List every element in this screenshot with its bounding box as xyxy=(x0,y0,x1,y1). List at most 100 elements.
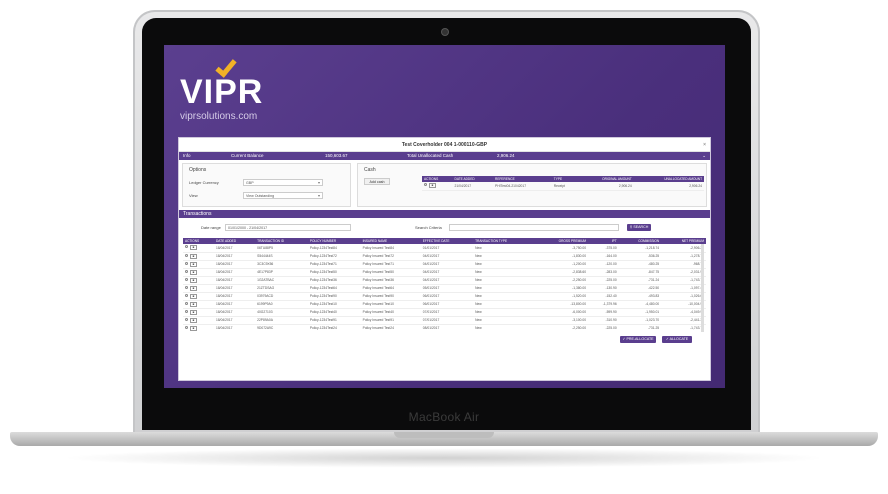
table-cell: 18/04/2017 xyxy=(213,260,256,269)
panel-footer: ✓ PRE-ALLOCATE ✓ ALLOCATE xyxy=(179,332,710,348)
table-row[interactable]: ■ 18/04/2017 1G2ATBAC Policy-1234Test36 Poli… xyxy=(183,276,706,285)
date-range-input[interactable]: 01/01/2000 - 21/04/2017 xyxy=(225,224,351,231)
table-row[interactable]: ■ 18/04/2017 21ZTDSAG Policy-1234Test64 Poli… xyxy=(183,284,706,293)
table-cell: -2,250.00 xyxy=(534,276,589,285)
table-cell: -130.90 xyxy=(588,284,619,293)
table-cell: 9D072A9C xyxy=(255,324,308,332)
add-cash-button[interactable]: Add cash xyxy=(364,178,391,185)
view-button[interactable]: ■ xyxy=(190,317,197,323)
table-cell: -1,379.96 xyxy=(588,300,619,309)
radio-icon[interactable] xyxy=(185,261,188,265)
transactions-filters: Date range 01/01/2000 - 21/04/2017 Searc… xyxy=(179,218,710,238)
close-icon[interactable]: × xyxy=(703,138,706,152)
table-cell: 18/04/2017 xyxy=(213,324,256,332)
info-bar[interactable]: Info Current Balance 150,603.67 Total Un… xyxy=(179,152,710,160)
view-select[interactable]: View Outstanding ▾ xyxy=(243,192,323,199)
allocate-button[interactable]: ✓ ALLOCATE xyxy=(662,336,692,343)
search-criteria-label: Search Criteria xyxy=(415,225,442,230)
view-button[interactable]: ■ xyxy=(190,245,197,251)
search-button[interactable]: ⚲ SEARCH xyxy=(627,224,651,231)
table-row[interactable]: ■ 18/04/2017 40G27103 Policy-1234Test40 Poli… xyxy=(183,308,706,317)
ledger-currency-select[interactable]: GBP ▾ xyxy=(243,179,323,186)
table-cell: 18/04/2017 xyxy=(213,268,256,277)
row-actions: ■ xyxy=(183,316,214,325)
table-row[interactable]: ■ 18/04/2017 22P89A0A Policy-1234Test91 Poli… xyxy=(183,316,706,325)
scrollbar[interactable] xyxy=(701,244,704,332)
table-cell: 18/04/2017 xyxy=(213,276,256,285)
options-box: Options Ledger Currency GBP ▾ View View … xyxy=(182,163,352,207)
view-button[interactable]: ■ xyxy=(190,261,197,267)
table-cell: Policy Insured Test91 xyxy=(360,316,421,325)
pre-allocate-button[interactable]: ✓ PRE-ALLOCATE xyxy=(620,336,656,343)
view-button[interactable]: ■ xyxy=(429,183,437,189)
cash-cell: 21/04/2017 xyxy=(452,182,494,191)
radio-icon[interactable] xyxy=(185,245,188,249)
view-button[interactable]: ■ xyxy=(190,277,197,283)
search-button-label: SEARCH xyxy=(633,225,649,229)
table-cell: -3,750.00 xyxy=(534,244,589,253)
view-button[interactable]: ■ xyxy=(190,325,197,331)
view-button[interactable]: ■ xyxy=(190,309,197,315)
view-button[interactable]: ■ xyxy=(190,253,197,259)
table-row[interactable]: ■ 18/04/2017 6199P9A0 Policy-1234Test10 Poli… xyxy=(183,300,706,309)
table-cell: Policy-1234Test36 xyxy=(307,276,361,285)
table-cell: 21ZTDSAG xyxy=(255,284,308,293)
row-actions: ■ xyxy=(183,244,214,253)
search-input[interactable] xyxy=(449,224,619,231)
table-cell: -493.83 xyxy=(618,292,662,301)
table-cell: -480.25 xyxy=(618,260,662,269)
panel-title: Test Coverholder 004 1-000110-GBP × xyxy=(179,138,710,152)
table-row[interactable]: ■ 18/04/2017 06TU88P5 Policy-1234Test84 Poli… xyxy=(183,244,706,253)
view-button[interactable]: ■ xyxy=(190,301,197,307)
table-cell: New xyxy=(473,308,535,317)
table-cell: Policy Insured Test40 xyxy=(360,308,421,317)
radio-icon[interactable] xyxy=(185,301,188,305)
table-cell: -13,800.00 xyxy=(534,300,589,309)
options-title: Options xyxy=(189,167,207,173)
view-button[interactable]: ■ xyxy=(190,269,197,275)
table-cell: -1,950.01 xyxy=(618,308,662,317)
radio-icon[interactable] xyxy=(185,253,188,257)
radio-icon[interactable] xyxy=(424,183,428,187)
ledger-currency-label: Ledger Currency xyxy=(189,180,219,185)
radio-icon[interactable] xyxy=(185,285,188,289)
table-cell: New xyxy=(473,324,535,332)
table-cell: 18/04/2017 xyxy=(213,308,256,317)
view-button[interactable]: ■ xyxy=(190,293,197,299)
radio-icon[interactable] xyxy=(185,269,188,273)
app-screen: VIPR viprsolutions.com Test Coverholder … xyxy=(164,45,725,388)
table-row[interactable]: ■ 18/04/2017 3C3C9X56 Policy-1234Test71 Poli… xyxy=(183,260,706,269)
table-cell: 18/04/2017 xyxy=(213,292,256,301)
table-row[interactable]: ■ 18/04/2017 03979ACD Policy-1234Test90 Poli… xyxy=(183,292,706,301)
radio-icon[interactable] xyxy=(185,309,188,313)
table-cell: 01/01/2017 xyxy=(420,244,474,253)
table-cell: 06TU88P5 xyxy=(255,244,308,253)
table-cell: Policy-1234Test71 xyxy=(307,260,361,269)
table-cell: Policy-1234Test72 xyxy=(307,252,361,261)
radio-icon[interactable] xyxy=(185,277,188,281)
table-cell: -164.00 xyxy=(588,252,619,261)
row-actions: ■ xyxy=(183,308,214,317)
allocate-label: ALLOCATE xyxy=(669,337,689,341)
row-actions: ■ xyxy=(183,300,214,309)
transactions-table: ACTIONS DATE ADDED TRANSACTION ID POLICY NU… xyxy=(183,238,706,332)
table-cell: -225.00 xyxy=(588,276,619,285)
table-row[interactable]: ■ 18/04/2017 4E17P83P Policy-1234Test50 Poli… xyxy=(183,268,706,277)
radio-icon[interactable] xyxy=(185,325,188,329)
cash-cell: 2,906.24 xyxy=(577,182,634,191)
table-cell: 04/01/2017 xyxy=(420,260,474,269)
radio-icon[interactable] xyxy=(185,293,188,297)
table-row[interactable]: ■ 18/04/2017 S544444S Policy-1234Test72 Poli… xyxy=(183,252,706,261)
check-icon: ✓ xyxy=(665,337,669,341)
table-cell: Policy Insured Test84 xyxy=(360,244,421,253)
table-cell: 6199P9A0 xyxy=(255,300,308,309)
view-button[interactable]: ■ xyxy=(190,285,197,291)
table-cell: New xyxy=(473,276,535,285)
pre-allocate-label: PRE-ALLOCATE xyxy=(626,337,654,341)
radio-icon[interactable] xyxy=(185,317,188,321)
table-cell: S544444S xyxy=(255,252,308,261)
chevron-down-icon[interactable]: ⌄ xyxy=(702,152,706,160)
cash-cell: PHITest04-21042017 xyxy=(493,182,552,191)
product-photo: VIPR viprsolutions.com Test Coverholder … xyxy=(0,0,888,494)
table-row[interactable]: ■ 18/04/2017 9D072A9C Policy-1234Test24 Poli… xyxy=(183,324,706,332)
